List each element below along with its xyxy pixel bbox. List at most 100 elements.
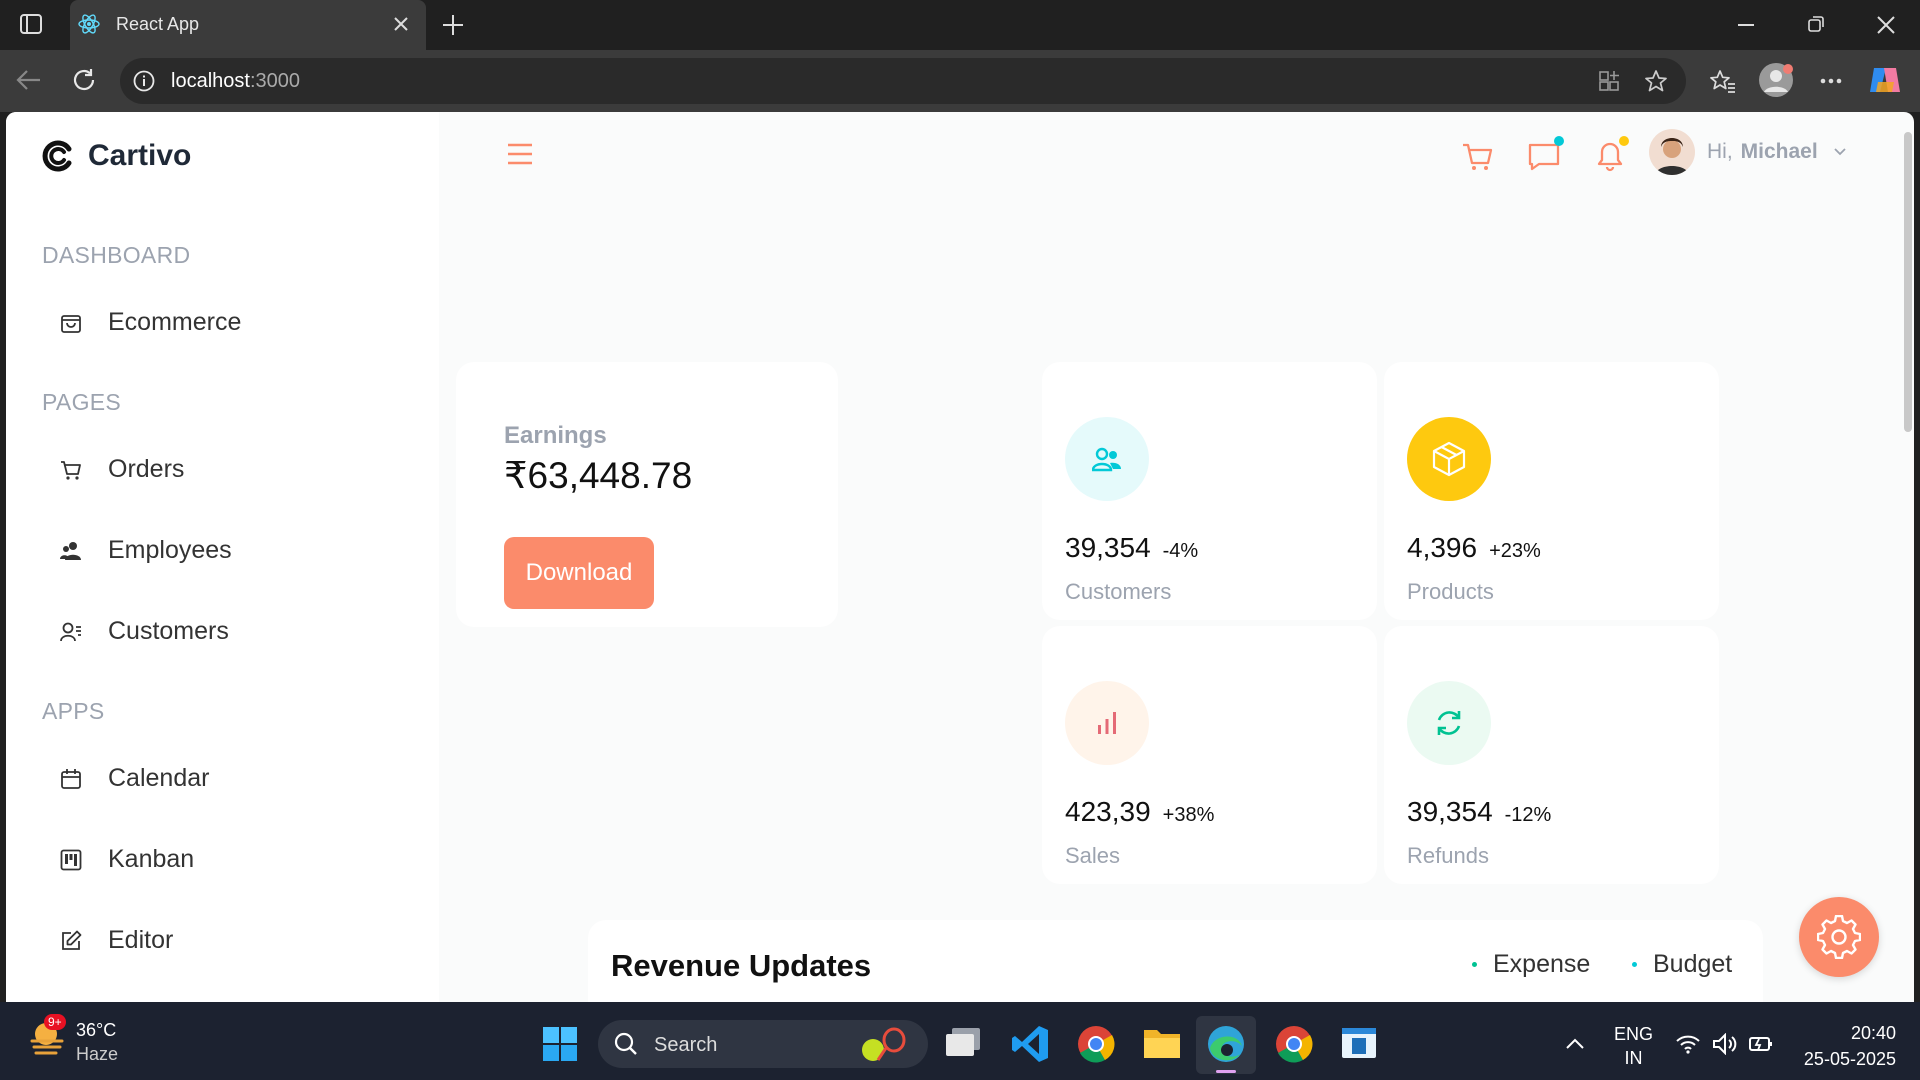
stat-value-row: 4,396 +23% bbox=[1407, 532, 1541, 564]
address-bar[interactable]: localhost:3000 bbox=[120, 58, 1686, 104]
site-info-icon[interactable] bbox=[133, 70, 155, 92]
restore-icon[interactable] bbox=[1808, 16, 1824, 32]
user-name: Michael bbox=[1740, 140, 1818, 163]
brand-logo-icon bbox=[42, 140, 74, 172]
stat-card-products: 4,396 +23% Products bbox=[1384, 362, 1719, 620]
sidebar-item-orders[interactable]: Orders bbox=[60, 455, 184, 484]
file-explorer-icon[interactable] bbox=[1142, 1026, 1182, 1062]
start-button[interactable] bbox=[542, 1026, 578, 1062]
brand[interactable]: Cartivo bbox=[42, 139, 191, 173]
task-view-icon[interactable] bbox=[944, 1026, 982, 1060]
tab-actions-icon[interactable] bbox=[20, 14, 42, 34]
greeting-text: Hi, bbox=[1707, 140, 1733, 163]
sidebar-item-editor[interactable]: Editor bbox=[60, 926, 173, 955]
taskbar-search[interactable]: Search bbox=[598, 1020, 928, 1068]
header-cart-icon[interactable] bbox=[1462, 142, 1494, 172]
weather-desc: Haze bbox=[76, 1044, 119, 1064]
stat-label: Refunds bbox=[1407, 843, 1489, 868]
taskbar: 9+ 36°C Haze Search ENG IN 20:40 25-05-2… bbox=[0, 1002, 1920, 1080]
stat-label: Customers bbox=[1065, 579, 1172, 604]
copilot-icon[interactable] bbox=[1868, 64, 1902, 96]
chat-icon[interactable] bbox=[1527, 136, 1565, 172]
back-icon[interactable] bbox=[16, 68, 42, 92]
customers-icon bbox=[60, 621, 82, 643]
legend-label: Budget bbox=[1653, 950, 1733, 978]
clock[interactable]: 20:40 25-05-2025 bbox=[1796, 1020, 1896, 1072]
earnings-card: Earnings ₹63,448.78 Download bbox=[456, 362, 838, 627]
url-port: :3000 bbox=[249, 70, 300, 92]
menu-toggle-icon[interactable] bbox=[507, 143, 533, 165]
search-placeholder: Search bbox=[654, 1034, 718, 1056]
sidebar-item-label: Kanban bbox=[108, 845, 195, 873]
volume-icon[interactable] bbox=[1712, 1033, 1738, 1055]
react-logo-icon bbox=[78, 13, 100, 35]
legend-budget: Budget bbox=[1632, 950, 1732, 979]
apps-icon[interactable] bbox=[1598, 70, 1622, 92]
chrome-icon[interactable] bbox=[1076, 1024, 1116, 1064]
stat-card-refunds: 39,354 -12% Refunds bbox=[1384, 626, 1719, 884]
stat-value-row: 39,354 -12% bbox=[1407, 796, 1551, 828]
stat-card-sales: 423,39 +38% Sales bbox=[1042, 626, 1377, 884]
sidebar-item-label: Orders bbox=[108, 455, 185, 483]
close-tab-icon[interactable] bbox=[394, 17, 408, 31]
browser-tab-bar: React App bbox=[0, 0, 1920, 50]
user-menu[interactable]: Hi, Michael bbox=[1649, 129, 1846, 175]
stat-value-row: 39,354 -4% bbox=[1065, 532, 1198, 564]
chevron-up-icon[interactable] bbox=[1566, 1038, 1584, 1050]
tab-title: React App bbox=[116, 14, 200, 34]
notification-bell-icon[interactable] bbox=[1594, 136, 1630, 174]
cart-icon bbox=[60, 459, 82, 481]
new-tab-icon[interactable] bbox=[442, 14, 464, 36]
chrome-profile-icon[interactable] bbox=[1274, 1024, 1314, 1064]
browser-tab[interactable]: React App bbox=[70, 0, 426, 50]
stat-value: 39,354 bbox=[1065, 532, 1151, 563]
stat-value-row: 423,39 +38% bbox=[1065, 796, 1214, 828]
language-indicator[interactable]: ENG IN bbox=[1614, 1022, 1653, 1070]
page-scrollbar[interactable] bbox=[1904, 132, 1912, 432]
stat-label: Sales bbox=[1065, 843, 1121, 868]
brand-name: Cartivo bbox=[88, 139, 192, 172]
download-button[interactable]: Download bbox=[504, 537, 654, 609]
sidebar: Cartivo DASHBOARD Ecommerce PAGES Orders… bbox=[6, 112, 439, 1002]
sidebar-item-customers[interactable]: Customers bbox=[60, 617, 229, 646]
profile-avatar-icon[interactable] bbox=[1758, 62, 1794, 98]
favorite-star-icon[interactable] bbox=[1644, 69, 1668, 93]
url-text: localhost:3000 bbox=[171, 70, 300, 93]
app-viewport: Cartivo DASHBOARD Ecommerce PAGES Orders… bbox=[6, 112, 1914, 1002]
favorites-icon[interactable] bbox=[1710, 69, 1736, 93]
reload-icon[interactable] bbox=[72, 68, 96, 92]
sidebar-item-label: Employees bbox=[108, 536, 232, 564]
shopping-bag-icon bbox=[60, 312, 82, 334]
section-title-pages: PAGES bbox=[42, 389, 122, 415]
revenue-title: Revenue Updates bbox=[611, 948, 872, 983]
battery-icon[interactable] bbox=[1748, 1033, 1774, 1055]
stat-value: 423,39 bbox=[1065, 796, 1151, 827]
earnings-title: Earnings bbox=[504, 422, 607, 449]
legend-label: Expense bbox=[1493, 950, 1591, 978]
sidebar-item-employees[interactable]: Employees bbox=[60, 536, 232, 565]
weather-badge: 9+ bbox=[44, 1014, 66, 1030]
employees-icon bbox=[60, 540, 82, 562]
app-window-icon[interactable] bbox=[1340, 1026, 1378, 1060]
stat-change: +23% bbox=[1489, 540, 1541, 562]
revenue-card: Revenue Updates Expense Budget bbox=[588, 920, 1763, 1002]
more-options-icon[interactable] bbox=[1820, 78, 1842, 84]
sidebar-item-ecommerce[interactable]: Ecommerce bbox=[60, 308, 241, 337]
close-window-icon[interactable] bbox=[1877, 16, 1895, 34]
stat-card-customers: 39,354 -4% Customers bbox=[1042, 362, 1377, 620]
legend-expense: Expense bbox=[1472, 950, 1590, 979]
stat-value: 4,396 bbox=[1407, 532, 1478, 563]
weather-temp: 36°C bbox=[76, 1020, 117, 1040]
vscode-icon[interactable] bbox=[1010, 1024, 1050, 1064]
sidebar-item-label: Editor bbox=[108, 926, 174, 954]
sidebar-item-label: Ecommerce bbox=[108, 308, 242, 336]
users-icon bbox=[1065, 417, 1149, 501]
wifi-icon[interactable] bbox=[1676, 1034, 1700, 1054]
sidebar-item-kanban[interactable]: Kanban bbox=[60, 845, 194, 874]
settings-button[interactable] bbox=[1799, 897, 1879, 977]
edge-icon[interactable] bbox=[1196, 1016, 1256, 1074]
clock-time: 20:40 bbox=[1850, 1023, 1896, 1043]
sidebar-item-calendar[interactable]: Calendar bbox=[60, 764, 209, 793]
minimize-icon[interactable] bbox=[1738, 24, 1754, 26]
weather-widget[interactable]: 9+ 36°C Haze bbox=[28, 1014, 119, 1066]
